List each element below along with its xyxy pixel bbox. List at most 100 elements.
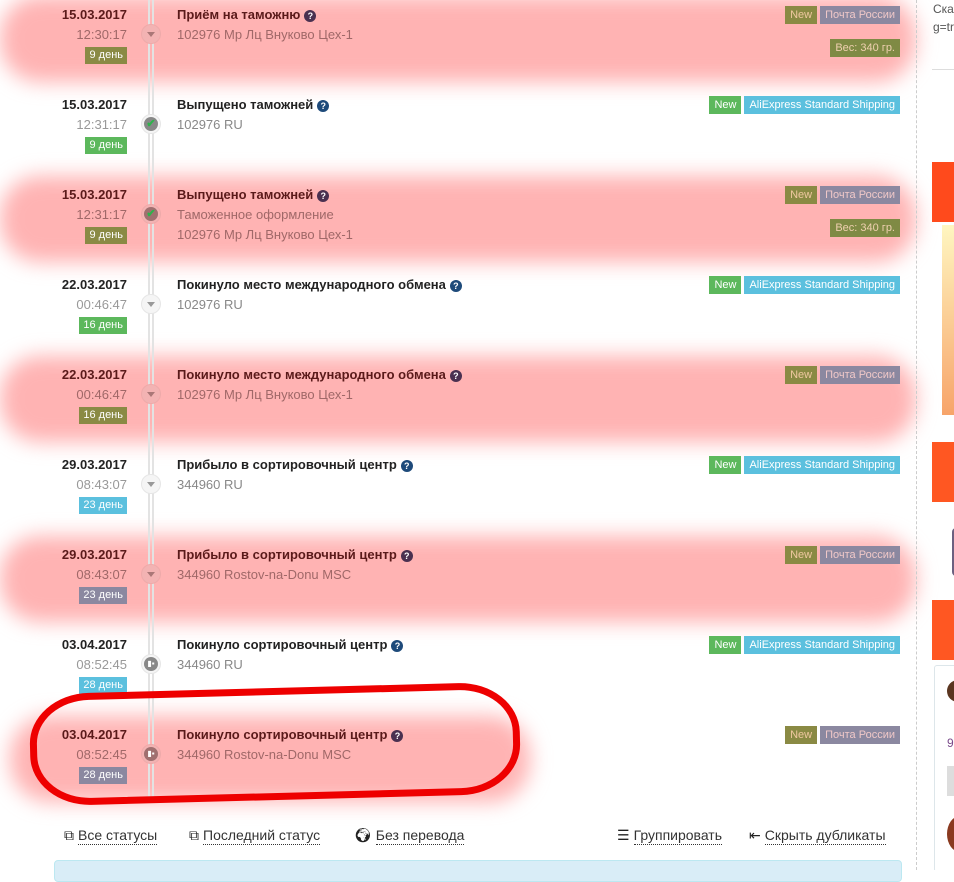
event-datetime: 03.04.2017 08:52:45 28 день bbox=[7, 635, 127, 694]
question-icon[interactable]: ? bbox=[317, 100, 330, 112]
carrier-tag: Почта России bbox=[820, 366, 900, 384]
sidebar: Ска g=tr 9 bbox=[918, 0, 954, 870]
question-icon[interactable]: ? bbox=[304, 10, 317, 22]
timeline-marker[interactable] bbox=[141, 564, 161, 584]
carrier-tag: AliExpress Standard Shipping bbox=[744, 636, 900, 654]
question-icon[interactable]: ? bbox=[391, 640, 404, 652]
last-status-link[interactable]: ⧉ Последний статус bbox=[189, 826, 321, 845]
list-icon: ☰ bbox=[617, 827, 630, 843]
event-tags: New AliExpress Standard Shipping bbox=[706, 95, 900, 114]
event-title: Приём на таможню bbox=[177, 7, 301, 22]
caret-down-icon bbox=[147, 301, 155, 307]
sidebar-text: Ска g=tr bbox=[933, 2, 954, 34]
timeline-marker[interactable] bbox=[141, 384, 161, 404]
day-count-badge: 23 день bbox=[79, 497, 127, 514]
info-alert bbox=[54, 860, 902, 882]
red-annotation-circle bbox=[28, 681, 522, 807]
event-date: 29.03.2017 bbox=[61, 457, 127, 472]
event-datetime: 15.03.2017 12:31:17 9 день bbox=[7, 185, 127, 244]
question-icon[interactable]: ? bbox=[449, 370, 462, 382]
sidebar-divider bbox=[916, 0, 917, 870]
outdent-icon: ⇤ bbox=[749, 827, 761, 843]
clock-check-icon: ✔ bbox=[144, 117, 158, 131]
event-tags: New Почта России Вес: 340 гр. bbox=[782, 5, 900, 57]
timeline-marker[interactable] bbox=[141, 474, 161, 494]
tracking-event: 15.03.2017 12:30:17 9 день Приём на тамо… bbox=[0, 0, 916, 90]
no-translation-link[interactable]: 🌍︎ Без перевода bbox=[354, 826, 465, 845]
new-tag: New bbox=[709, 636, 742, 654]
question-icon[interactable]: ? bbox=[400, 550, 413, 562]
sidebar-banner[interactable] bbox=[932, 162, 954, 222]
new-tag: New bbox=[785, 546, 818, 564]
timeline-marker[interactable]: ▮▪ bbox=[141, 654, 161, 674]
event-info: Выпущено таможней? Таможенное оформление… bbox=[177, 185, 353, 245]
event-tags: New AliExpress Standard Shipping bbox=[706, 455, 900, 474]
event-tags: New Почта России bbox=[782, 545, 900, 564]
event-tags: New Почта России bbox=[782, 365, 900, 384]
sidebar-image[interactable] bbox=[942, 225, 954, 415]
caret-down-icon bbox=[147, 31, 155, 37]
event-datetime: 29.03.2017 08:43:07 23 день bbox=[7, 545, 127, 604]
sidebar-rule bbox=[932, 69, 954, 70]
new-tag: New bbox=[709, 276, 742, 294]
event-datetime: 15.03.2017 12:30:17 9 день bbox=[7, 5, 127, 64]
event-location: 102976 RU bbox=[177, 117, 243, 132]
event-location: 344960 Rostov-na-Donu MSC bbox=[177, 567, 352, 582]
event-title: Прибыло в сортировочный центр bbox=[177, 457, 397, 472]
event-date: 15.03.2017 bbox=[61, 97, 127, 112]
event-title: Покинуло место международного обмена bbox=[177, 277, 446, 292]
question-icon[interactable]: ? bbox=[449, 280, 462, 292]
event-date: 29.03.2017 bbox=[61, 547, 127, 562]
timeline-marker[interactable] bbox=[141, 294, 161, 314]
new-tag: New bbox=[709, 456, 742, 474]
event-info: Покинуло место международного обмена? 10… bbox=[177, 365, 462, 405]
timeline-marker[interactable]: ✔ bbox=[141, 114, 161, 134]
copy-icon: ⧉ bbox=[189, 827, 199, 843]
event-datetime: 15.03.2017 12:31:17 9 день bbox=[7, 95, 127, 154]
event-location: 102976 Мр Лц Внуково Цех-1 bbox=[177, 227, 353, 242]
event-time: 08:52:45 bbox=[76, 657, 127, 672]
all-statuses-link[interactable]: ⧉ Все статусы bbox=[64, 826, 158, 845]
new-tag: New bbox=[709, 96, 742, 114]
hide-duplicates-link[interactable]: ⇤ Скрыть дубликаты bbox=[749, 826, 886, 845]
event-location: 102976 RU bbox=[177, 297, 243, 312]
event-date: 15.03.2017 bbox=[61, 187, 127, 202]
timeline-marker[interactable] bbox=[141, 24, 161, 44]
group-link[interactable]: ☰ Группировать bbox=[617, 826, 723, 845]
event-tags: New AliExpress Standard Shipping bbox=[706, 275, 900, 294]
event-info: Приём на таможню? 102976 Мр Лц Внуково Ц… bbox=[177, 5, 353, 45]
tracking-event: 29.03.2017 08:43:07 23 день Прибыло в со… bbox=[0, 450, 916, 540]
timeline-marker[interactable]: ✔ bbox=[141, 204, 161, 224]
sidebar-product-card[interactable]: 9 bbox=[934, 665, 954, 870]
tracking-event: 15.03.2017 12:31:17 9 день ✔ Выпущено та… bbox=[0, 90, 916, 180]
event-date: 22.03.2017 bbox=[61, 277, 127, 292]
question-icon[interactable]: ? bbox=[317, 190, 330, 202]
event-date: 22.03.2017 bbox=[61, 367, 127, 382]
event-title: Прибыло в сортировочный центр bbox=[177, 547, 397, 562]
event-title: Выпущено таможней bbox=[177, 187, 314, 202]
new-tag: New bbox=[785, 726, 818, 744]
product-image bbox=[947, 816, 954, 852]
sidebar-banner[interactable] bbox=[932, 600, 954, 660]
day-count-badge: 16 день bbox=[79, 407, 127, 424]
event-datetime: 22.03.2017 00:46:47 16 день bbox=[7, 365, 127, 424]
sidebar-banner[interactable] bbox=[932, 442, 954, 502]
event-date: 15.03.2017 bbox=[61, 7, 127, 22]
event-info: Прибыло в сортировочный центр? 344960 Ro… bbox=[177, 545, 413, 585]
clock-check-icon: ✔ bbox=[144, 207, 158, 221]
question-icon[interactable]: ? bbox=[400, 460, 413, 472]
event-tags: New Почта России bbox=[782, 725, 900, 744]
event-info: Покинуло сортировочный центр? 344960 RU bbox=[177, 635, 404, 675]
tracking-event: 22.03.2017 00:46:47 16 день Покинуло мес… bbox=[0, 270, 916, 360]
carrier-tag: AliExpress Standard Shipping bbox=[744, 276, 900, 294]
footer-actions: ⧉ Все статусы ⧉ Последний статус 🌍︎ Без … bbox=[64, 826, 900, 850]
event-location: 102976 Мр Лц Внуково Цех-1 bbox=[177, 27, 353, 42]
event-time: 12:31:17 bbox=[76, 207, 127, 222]
event-location: 344960 RU bbox=[177, 477, 243, 492]
event-location: Таможенное оформление bbox=[177, 207, 334, 222]
new-tag: New bbox=[785, 366, 818, 384]
event-datetime: 22.03.2017 00:46:47 16 день bbox=[7, 275, 127, 334]
event-title: Выпущено таможней bbox=[177, 97, 314, 112]
carrier-tag: Почта России bbox=[820, 546, 900, 564]
event-time: 00:46:47 bbox=[76, 297, 127, 312]
